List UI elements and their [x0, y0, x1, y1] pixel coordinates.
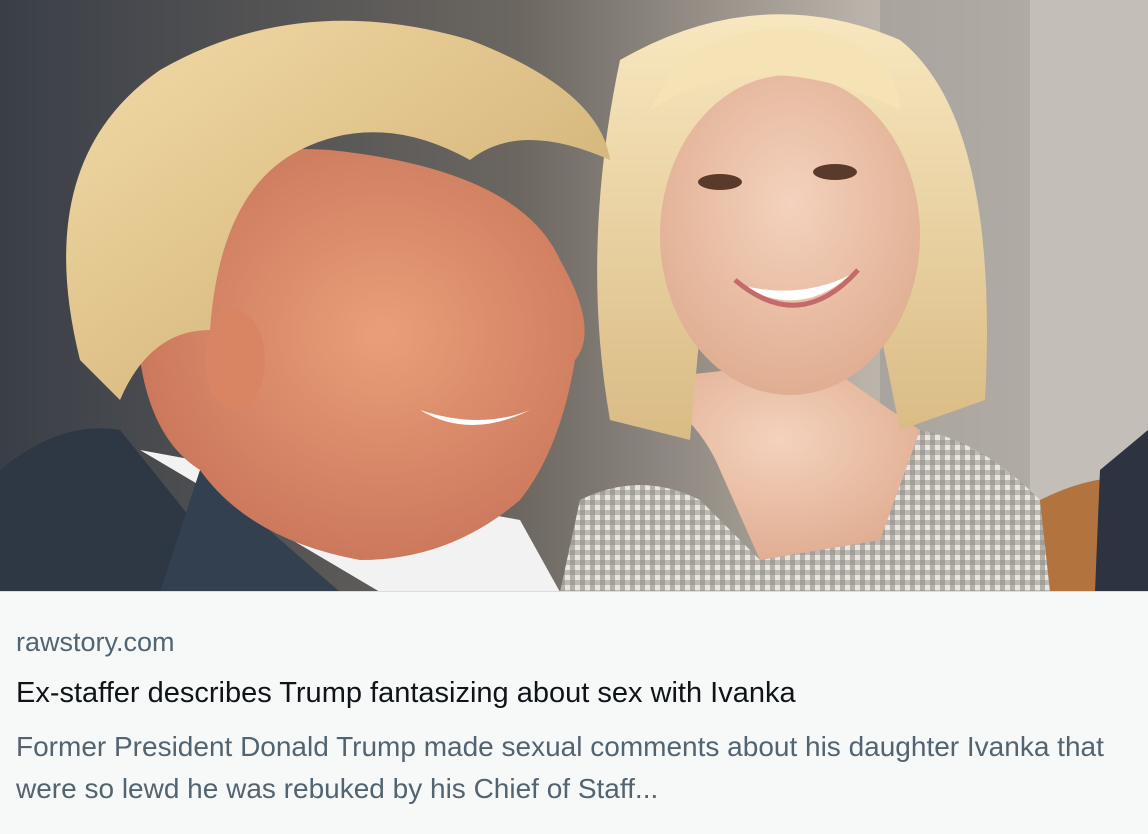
link-card-details[interactable]: rawstory.com Ex-staffer describes Trump … [0, 592, 1148, 834]
article-thumbnail-image[interactable] [0, 0, 1148, 592]
article-description: Former President Donald Trump made sexua… [16, 731, 1104, 804]
article-title[interactable]: Ex-staffer describes Trump fantasizing a… [16, 675, 796, 711]
link-preview-card[interactable]: rawstory.com Ex-staffer describes Trump … [0, 0, 1148, 834]
source-domain: rawstory.com [16, 627, 175, 657]
